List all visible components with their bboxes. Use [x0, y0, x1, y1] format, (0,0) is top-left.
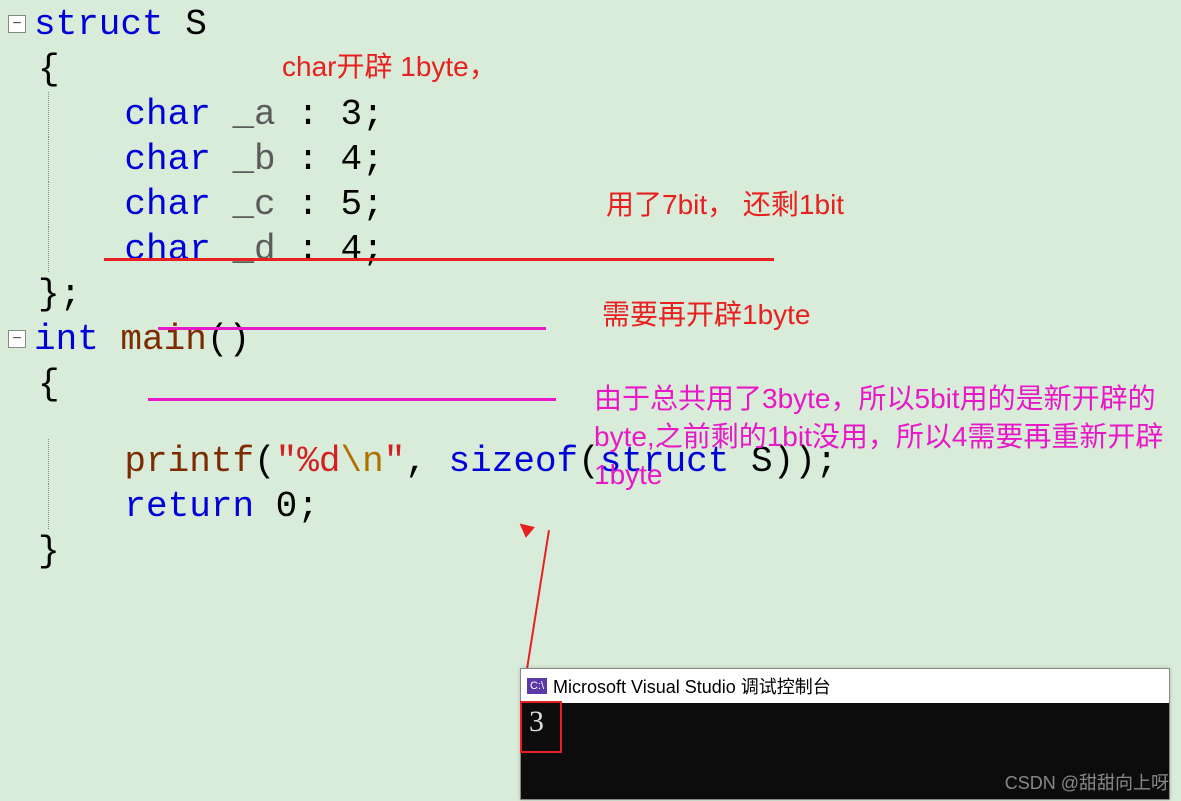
comma: ,	[405, 441, 448, 482]
printf-open: (	[254, 441, 276, 482]
sizeof-keyword: sizeof	[449, 441, 579, 482]
fold-icon[interactable]: −	[8, 15, 26, 33]
char-keyword: char	[124, 94, 210, 135]
field-c-bits: 5	[340, 184, 362, 225]
struct-keyword: struct	[34, 4, 164, 45]
watermark: CSDN @甜甜向上呀	[1005, 769, 1169, 795]
return-keyword: return	[124, 486, 254, 527]
open-brace: {	[38, 364, 60, 405]
printf-call: printf	[124, 441, 254, 482]
field-a-bits: 3	[340, 94, 362, 135]
annotation-mid1: 用了7bit， 还剩1bit	[606, 186, 844, 224]
return-val: 0	[276, 486, 298, 527]
semicolon: ;	[297, 486, 319, 527]
field-c: _c	[232, 184, 275, 225]
fold-icon[interactable]: −	[8, 330, 26, 348]
close-brace: }	[38, 531, 60, 572]
field-d: _d	[232, 229, 275, 270]
char-keyword: char	[124, 139, 210, 180]
main-parens: ()	[207, 319, 250, 360]
open-brace: {	[38, 49, 60, 90]
field-d-bits: 4	[340, 229, 362, 270]
annotation-mid2: 需要再开辟1byte	[602, 296, 811, 334]
field-b: _b	[232, 139, 275, 180]
console-title-text: Microsoft Visual Studio 调试控制台	[553, 673, 831, 699]
red-underline	[104, 258, 774, 261]
char-keyword: char	[124, 229, 210, 270]
char-keyword: char	[124, 184, 210, 225]
main-func: main	[120, 319, 206, 360]
fmt-quote: "	[384, 441, 406, 482]
console-icon: C:\	[527, 678, 547, 694]
fmt-newline: \n	[340, 441, 383, 482]
fmt-d: %d	[297, 441, 340, 482]
field-a: _a	[232, 94, 275, 135]
annotation-bottom: 由于总共用了3byte，所以5bit用的是新开辟的byte,之前剩的1bit没用…	[594, 380, 1164, 493]
struct-name: S	[185, 4, 207, 45]
console-titlebar: C:\ Microsoft Visual Studio 调试控制台	[521, 669, 1169, 703]
annotation-top: char开辟 1byte，	[282, 48, 497, 86]
close-struct: };	[38, 274, 81, 315]
field-b-bits: 4	[340, 139, 362, 180]
int-keyword: int	[34, 319, 99, 360]
fmt-quote: "	[276, 441, 298, 482]
magenta-underline-1	[158, 327, 546, 330]
magenta-underline-2	[148, 398, 556, 401]
